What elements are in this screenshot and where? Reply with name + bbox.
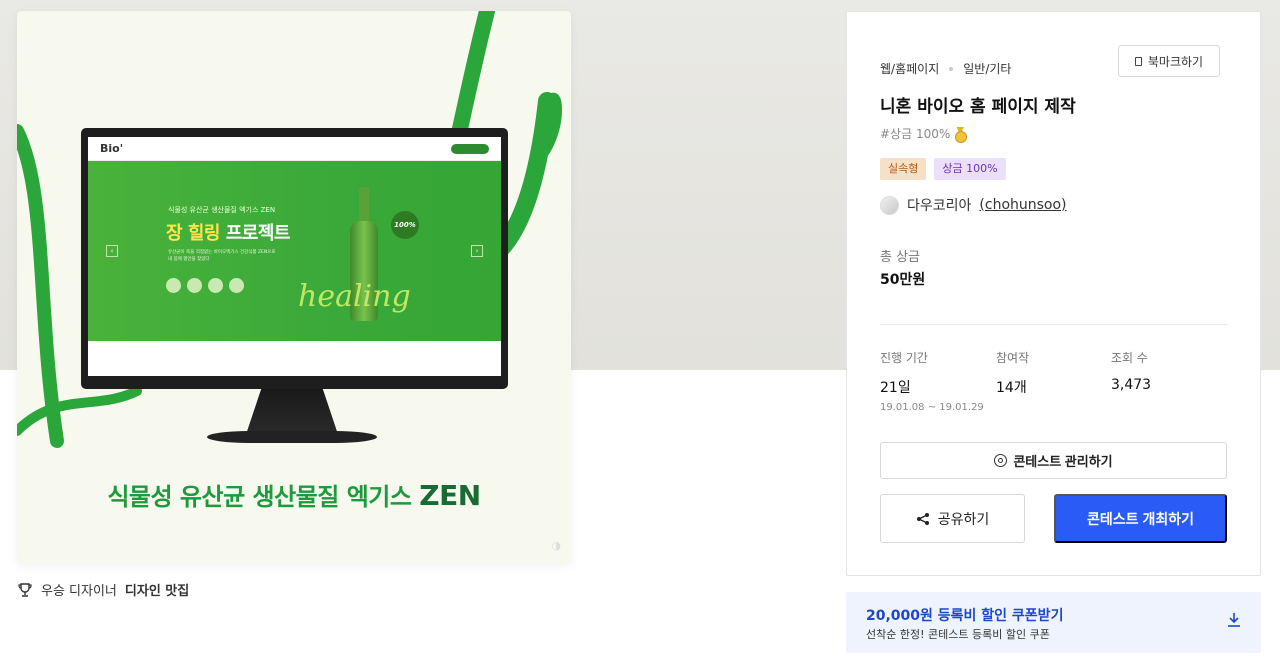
breadcrumb-category[interactable]: 웹/홈페이지: [880, 60, 939, 77]
image-corner-icon: ◑: [551, 539, 561, 552]
coupon-subtitle: 선착순 한정! 콘테스트 등록비 할인 쿠폰: [866, 628, 1050, 641]
avatar: [880, 195, 899, 215]
coupon-banner[interactable]: 20,000원 등록비 할인 쿠폰받기 선착순 한정! 콘테스트 등록비 할인 …: [846, 592, 1261, 653]
contest-title: 니혼 바이오 홈 페이지 제작: [880, 97, 1076, 117]
bookmark-label: 북마크하기: [1147, 54, 1204, 69]
stat-views: 조회 수 3,473: [1111, 349, 1151, 393]
stat-value: 14개: [996, 380, 1027, 396]
stat-label: 참여작: [996, 351, 1030, 365]
winner-name[interactable]: 디자인 맛집: [125, 580, 189, 599]
banner-title: 장 힐링 프로젝트: [166, 223, 290, 244]
trophy-icon: [18, 582, 32, 597]
tagline-text: #상금 100%: [880, 127, 951, 141]
share-icon: [916, 512, 929, 525]
site-navbar: Bio': [88, 137, 501, 161]
contest-info-panel: 웹/홈페이지 일반/기타 북마크하기 니혼 바이오 홈 페이지 제작 #상금 1…: [846, 11, 1261, 576]
bookmark-button[interactable]: 북마크하기: [1118, 45, 1220, 77]
prize-value: 50만원: [880, 272, 926, 288]
badge-type: 실속형: [880, 158, 927, 180]
medal-icon: [954, 127, 968, 143]
breadcrumb: 웹/홈페이지 일반/기타: [880, 60, 1011, 77]
host-name: 다우코리아: [907, 198, 972, 214]
stat-value: 21일: [880, 380, 911, 396]
banner-description: 유산균이 죽을 걱정없는 바이오엑기스 건강식품 ZEN으로 내 몸에 평안을 …: [168, 250, 276, 262]
breadcrumb-separator: [949, 66, 954, 71]
stat-date-range: 19.01.08 ~ 19.01.29: [880, 402, 984, 413]
winner-info: 우승 디자이너 디자인 맛집: [17, 580, 189, 599]
monitor-base: [207, 431, 377, 443]
coupon-title: 20,000원 등록비 할인 쿠폰받기: [866, 608, 1064, 624]
manage-contest-button[interactable]: 콘테스트 관리하기: [880, 442, 1227, 479]
host-contest-button[interactable]: 콘테스트 개최하기: [1054, 494, 1227, 543]
manage-label: 콘테스트 관리하기: [1013, 454, 1113, 469]
prize-label: 총 상금: [880, 250, 921, 265]
percent-badge: 100%: [391, 211, 419, 239]
host-id-link[interactable]: (chohunsoo): [979, 197, 1066, 213]
chevron-left-icon: ‹: [106, 245, 118, 257]
badge-prize: 상금 100%: [934, 158, 1006, 180]
download-icon[interactable]: [1227, 612, 1241, 628]
contest-thumbnail[interactable]: Bio' 식물성 유산균 생산물질 엑기스 ZEN 장 힐링 프로젝트 유산균이…: [17, 11, 571, 564]
stat-duration: 진행 기간 21일 19.01.08 ~ 19.01.29: [880, 349, 984, 413]
bookmark-icon: [1134, 56, 1142, 66]
stat-label: 조회 수: [1111, 351, 1148, 365]
host-info: 다우코리아 (chohunsoo): [880, 195, 1067, 215]
website-screen: Bio' 식물성 유산균 생산물질 엑기스 ZEN 장 힐링 프로젝트 유산균이…: [88, 137, 501, 376]
website-banner: 식물성 유산균 생산물질 엑기스 ZEN 장 힐링 프로젝트 유산균이 죽을 걱…: [88, 161, 501, 341]
share-button[interactable]: 공유하기: [880, 494, 1025, 543]
stat-entries: 참여작 14개: [996, 349, 1029, 397]
stat-label: 진행 기간: [880, 351, 928, 365]
winner-label: 우승 디자이너: [41, 584, 117, 599]
breadcrumb-subcategory[interactable]: 일반/기타: [963, 60, 1011, 77]
contest-badges: 실속형 상금 100%: [880, 158, 1006, 180]
share-label: 공유하기: [937, 510, 990, 527]
chevron-right-icon: ›: [471, 245, 483, 257]
stat-value: 3,473: [1111, 377, 1152, 393]
contest-tagline: #상금 100%: [880, 125, 968, 143]
site-logo: Bio': [100, 142, 124, 155]
hero-caption: 식물성 유산균 생산물질 엑기스 ZEN: [107, 479, 481, 512]
monitor-mockup: Bio' 식물성 유산균 생산물질 엑기스 ZEN 장 힐링 프로젝트 유산균이…: [81, 128, 508, 389]
site-cta-button: [451, 144, 489, 154]
feature-icons: [166, 278, 244, 293]
banner-subtitle: 식물성 유산균 생산물질 엑기스 ZEN: [168, 206, 276, 214]
divider: [880, 324, 1228, 325]
gear-icon: [994, 454, 1008, 467]
script-lettering: healing: [298, 279, 411, 314]
